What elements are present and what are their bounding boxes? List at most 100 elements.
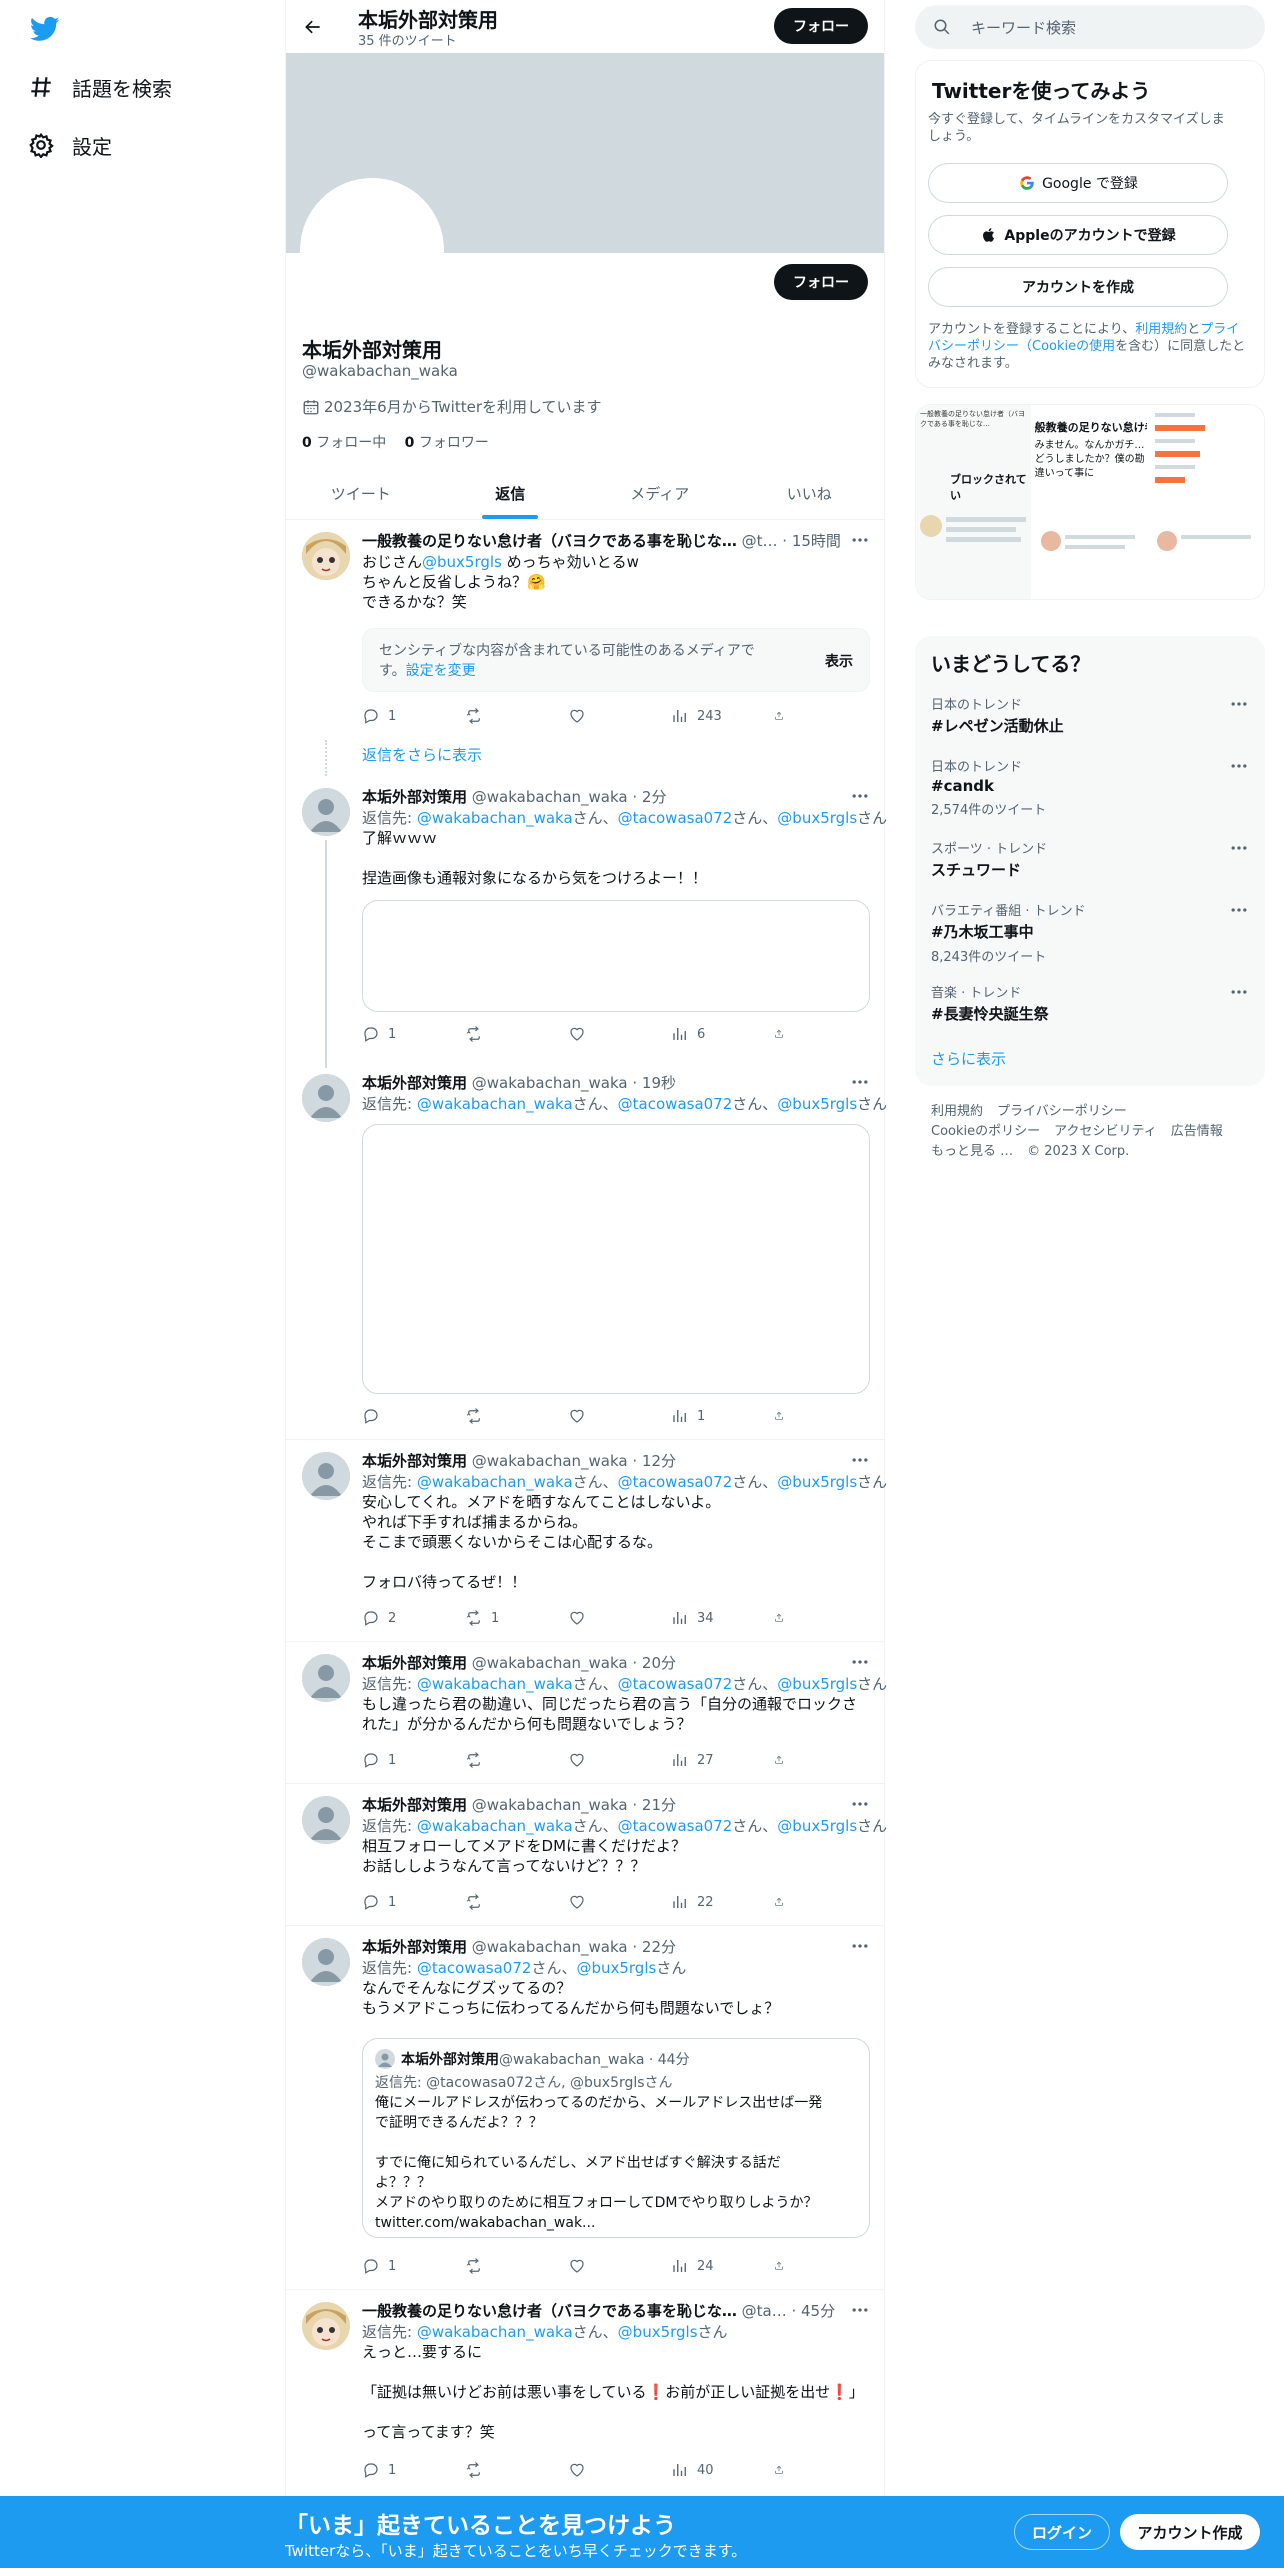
profile-follow-button[interactable]: フォロー <box>774 264 868 300</box>
mention-link[interactable]: @bux5rgls <box>777 1473 857 1491</box>
views-button[interactable]: 34 <box>671 1608 741 1628</box>
like-button[interactable] <box>568 1750 638 1770</box>
tweet-avatar[interactable] <box>302 2302 350 2350</box>
google-signup-button[interactable]: Google で登録 <box>928 163 1228 203</box>
footer-ads[interactable]: 広告情報 <box>1171 1124 1223 1139</box>
more-icon[interactable] <box>1229 838 1249 858</box>
trend-item[interactable]: バラエティ番組 · トレンド #乃木坂工事中 8,243件のツイート <box>931 900 1249 965</box>
terms-link[interactable]: 利用規約 <box>1135 322 1187 337</box>
tweet-avatar[interactable] <box>302 532 350 580</box>
share-button[interactable] <box>774 1024 792 1044</box>
mention-link[interactable]: @bux5rgls <box>618 2323 698 2341</box>
share-button[interactable] <box>774 1406 792 1426</box>
tweet-avatar[interactable] <box>302 1452 350 1500</box>
footer-accessibility[interactable]: アクセシビリティ <box>1054 1124 1157 1139</box>
show-media-button[interactable]: 表示 <box>825 651 853 671</box>
like-button[interactable] <box>568 1608 638 1628</box>
retweet-button[interactable] <box>465 1750 535 1770</box>
retweet-button[interactable] <box>465 2256 535 2276</box>
tweet-author-name[interactable]: 一般教養の足りない怠け者（バヨクである事を恥じな… <box>362 532 737 550</box>
more-icon[interactable] <box>850 786 870 806</box>
reply-button[interactable]: 1 <box>362 2460 432 2480</box>
retweet-button[interactable]: 1 <box>465 1608 535 1628</box>
mention-link[interactable]: @tacowasa072 <box>618 1473 733 1491</box>
tweet-avatar[interactable] <box>302 788 350 836</box>
tweet-item[interactable]: 本垢外部対策用 @wakabachan_waka · 2分 返信先: @waka… <box>286 776 887 1068</box>
mention-link[interactable]: @wakabachan_waka <box>417 809 573 827</box>
mention-link[interactable]: @wakabachan_waka <box>417 1817 573 1835</box>
followers-link[interactable]: 0 フォロワー <box>405 435 489 451</box>
mention-link[interactable]: @wakabachan_waka <box>417 2323 573 2341</box>
footer-terms[interactable]: 利用規約 <box>931 1104 983 1119</box>
retweet-button[interactable] <box>465 1406 535 1426</box>
nav-settings[interactable]: 設定 <box>28 125 112 165</box>
like-button[interactable] <box>568 1024 638 1044</box>
like-button[interactable] <box>568 1892 638 1912</box>
show-more-trends-link[interactable]: さらに表示 <box>931 1048 1006 1069</box>
more-icon[interactable] <box>1229 756 1249 776</box>
tweet-item[interactable]: 本垢外部対策用 @wakabachan_waka · 12分 返信先: @wak… <box>286 1440 887 1642</box>
tab-media[interactable]: メディア <box>585 468 735 519</box>
share-button[interactable] <box>774 2256 792 2276</box>
media-thumbnail[interactable] <box>1149 405 1264 599</box>
mention-link[interactable]: @wakabachan_waka <box>417 1095 573 1113</box>
tweet-item[interactable]: 一般教養の足りない怠け者（バヨクである事を恥じな… @t… · 15時間 おじさ… <box>286 520 884 746</box>
share-button[interactable] <box>774 706 792 726</box>
tweet-avatar[interactable] <box>302 1074 350 1122</box>
back-button[interactable] <box>296 10 330 44</box>
mention-link[interactable]: @bux5rgls <box>576 1959 656 1977</box>
tweet-author-name[interactable]: 本垢外部対策用 <box>362 1452 467 1470</box>
media-thumbnail[interactable]: 般教養の足りない怠け者 みません。なんかガチ…どうしましたか？僕の勘違いって事に <box>1032 405 1148 599</box>
retweet-button[interactable] <box>465 2460 535 2480</box>
tweet-author-name[interactable]: 本垢外部対策用 <box>362 1938 467 1956</box>
more-icon[interactable] <box>1229 694 1249 714</box>
show-more-replies-link[interactable]: 返信をさらに表示 <box>362 744 482 765</box>
login-button[interactable]: ログイン <box>1014 2514 1110 2550</box>
profile-avatar[interactable] <box>300 178 444 322</box>
reply-button[interactable]: 2 <box>362 1608 432 1628</box>
more-icon[interactable] <box>1229 900 1249 920</box>
views-button[interactable]: 22 <box>671 1892 741 1912</box>
tweet-author-name[interactable]: 本垢外部対策用 <box>362 1654 467 1672</box>
more-icon[interactable] <box>850 1072 870 1092</box>
quoted-link[interactable]: twitter.com/wakabachan_wak... <box>375 2213 822 2233</box>
share-button[interactable] <box>774 1608 792 1628</box>
mention-link[interactable]: @bux5rgls <box>422 553 502 571</box>
tweet-item[interactable]: 本垢外部対策用 @wakabachan_waka · 20分 返信先: @wak… <box>286 1642 887 1784</box>
views-button[interactable]: 27 <box>671 1750 741 1770</box>
tweet-author-name[interactable]: 本垢外部対策用 <box>362 1796 467 1814</box>
mention-link[interactable]: @tacowasa072 <box>618 1675 733 1693</box>
change-settings-link[interactable]: 設定を変更 <box>406 663 476 679</box>
twitter-logo-icon[interactable] <box>28 14 62 44</box>
views-button[interactable]: 6 <box>671 1024 741 1044</box>
signup-button[interactable]: アカウント作成 <box>1120 2514 1260 2550</box>
trend-item[interactable]: スポーツ · トレンド スチュワード <box>931 838 1249 880</box>
quoted-tweet[interactable]: 本垢外部対策用 @wakabachan_waka · 44分 返信先: @tac… <box>362 2038 870 2238</box>
more-icon[interactable] <box>850 1936 870 1956</box>
tweet-media[interactable] <box>362 1124 870 1394</box>
following-link[interactable]: 0 フォロー中 <box>302 435 386 451</box>
tab-replies[interactable]: 返信 <box>436 468 586 519</box>
mention-link[interactable]: @tacowasa072 <box>417 1959 532 1977</box>
trend-item[interactable]: 日本のトレンド #レペゼン活動休止 <box>931 694 1249 736</box>
tweet-avatar[interactable] <box>302 1654 350 1702</box>
reply-button[interactable]: 1 <box>362 1024 432 1044</box>
tweet-item[interactable]: 本垢外部対策用 @wakabachan_waka · 22分 返信先: @tac… <box>286 1926 884 2290</box>
nav-explore[interactable]: 話題を検索 <box>28 67 172 107</box>
mention-link[interactable]: @wakabachan_waka <box>417 1675 573 1693</box>
like-button[interactable] <box>568 2256 638 2276</box>
reply-button[interactable]: 1 <box>362 1750 432 1770</box>
mention-link[interactable]: @bux5rgls <box>777 1095 857 1113</box>
like-button[interactable] <box>568 2460 638 2480</box>
views-button[interactable]: 243 <box>671 706 741 726</box>
mention-link[interactable]: @bux5rgls <box>777 809 857 827</box>
tweet-item[interactable]: 本垢外部対策用 @wakabachan_waka · 19秒 返信先: @wak… <box>286 1062 887 1440</box>
mention-link[interactable]: @tacowasa072 <box>618 1817 733 1835</box>
tweet-author-name[interactable]: 本垢外部対策用 <box>362 1074 467 1092</box>
tweet-avatar[interactable] <box>302 1796 350 1844</box>
privacy-link[interactable]: プライ <box>1200 322 1239 337</box>
views-button[interactable]: 24 <box>671 2256 741 2276</box>
tweet-author-name[interactable]: 一般教養の足りない怠け者（バヨクである事を恥じな… <box>362 2302 737 2320</box>
tab-tweets[interactable]: ツイート <box>286 468 436 519</box>
reply-button[interactable] <box>362 1406 432 1426</box>
